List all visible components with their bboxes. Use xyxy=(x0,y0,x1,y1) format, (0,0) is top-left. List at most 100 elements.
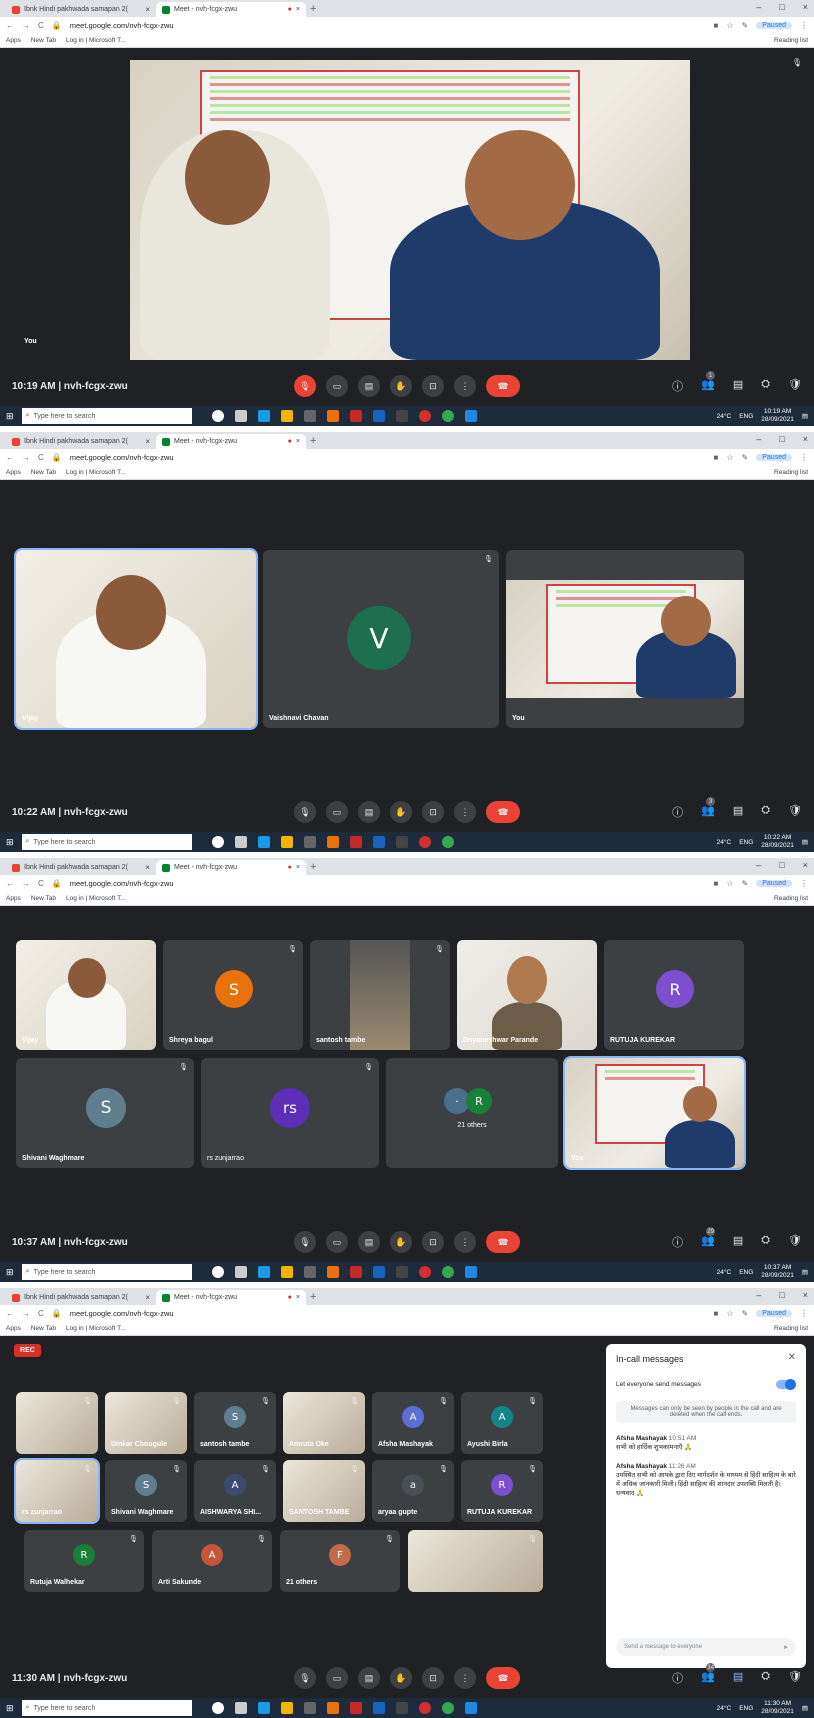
back-icon[interactable]: ← xyxy=(6,879,14,888)
close-tab-icon[interactable]: × xyxy=(296,864,300,871)
bookmark-new-tab[interactable]: New Tab xyxy=(31,37,56,44)
task-view-icon[interactable] xyxy=(234,1266,247,1278)
browser-tab-meet[interactable]: Meet - nvh-fcgx-zwu ● × xyxy=(156,2,306,17)
weather[interactable]: 24°C xyxy=(717,839,732,846)
word-icon[interactable] xyxy=(464,1702,477,1714)
extension-icon[interactable]: ✎ xyxy=(742,453,749,462)
activities-icon[interactable]: ⛭ xyxy=(761,804,770,820)
language[interactable]: ENG xyxy=(739,1269,753,1276)
extension-icon[interactable]: ✎ xyxy=(742,21,749,30)
taskbar-search[interactable]: ⌕ Type here to search xyxy=(21,1264,192,1280)
weather[interactable]: 24°C xyxy=(717,1269,732,1276)
reload-icon[interactable]: C xyxy=(38,879,44,888)
chrome-icon[interactable] xyxy=(441,1266,454,1278)
bookmark-microsoft[interactable]: Log in | Microsoft T... xyxy=(66,1325,126,1332)
leave-call-button[interactable]: ☎ xyxy=(486,1231,520,1253)
notifications-icon[interactable]: ▤ xyxy=(802,838,808,846)
back-icon[interactable]: ← xyxy=(6,21,14,30)
menu-icon[interactable]: ⋮ xyxy=(800,453,808,462)
clock[interactable]: 10:37 AM 28/09/2021 xyxy=(761,1264,794,1280)
captions-button[interactable]: ▤ xyxy=(358,1231,380,1253)
app-dark-icon[interactable] xyxy=(395,1702,408,1714)
close-tab-icon[interactable]: × xyxy=(296,438,300,445)
leave-call-button[interactable]: ☎ xyxy=(486,375,520,397)
task-view-icon[interactable] xyxy=(234,836,247,848)
opera-icon[interactable] xyxy=(418,410,431,422)
url-field[interactable]: meet.google.com/nvh-fcgx-zwu xyxy=(70,879,706,888)
camera-toggle-button[interactable]: ▭ xyxy=(326,1231,348,1253)
chrome-icon[interactable] xyxy=(441,410,454,422)
notifications-icon[interactable]: ▤ xyxy=(802,1704,808,1712)
star-icon[interactable]: ☆ xyxy=(726,1309,733,1318)
participant-tile[interactable]: 🎙 Amruta Oke xyxy=(283,1392,365,1454)
close-window-icon[interactable]: × xyxy=(803,1290,808,1300)
captions-button[interactable]: ▤ xyxy=(358,801,380,823)
participant-tile[interactable]: R 🎙 Rutuja Walhekar xyxy=(24,1530,144,1592)
store-icon[interactable] xyxy=(303,836,316,848)
opera-icon[interactable] xyxy=(418,1702,431,1714)
task-view-icon[interactable] xyxy=(234,410,247,422)
firefox-icon[interactable] xyxy=(326,1266,339,1278)
camera-toggle-button[interactable]: ▭ xyxy=(326,375,348,397)
captions-button[interactable]: ▤ xyxy=(358,1667,380,1689)
reading-list[interactable]: Reading list xyxy=(774,37,808,44)
leave-call-button[interactable]: ☎ xyxy=(486,801,520,823)
app-dark-icon[interactable] xyxy=(395,410,408,422)
maximize-icon[interactable]: □ xyxy=(779,434,784,444)
browser-tab-meet[interactable]: Meet - nvh-fcgx-zwu ● × xyxy=(156,434,306,449)
bookmark-apps[interactable]: Apps xyxy=(6,895,21,902)
opera-icon[interactable] xyxy=(418,836,431,848)
windows-start-icon[interactable]: ⊞ xyxy=(6,411,14,422)
leave-call-button[interactable]: ☎ xyxy=(486,1667,520,1689)
participant-tile[interactable]: S 🎙 santosh tambe xyxy=(194,1392,276,1454)
extension-icon[interactable]: ✎ xyxy=(742,879,749,888)
store-icon[interactable] xyxy=(303,1266,316,1278)
task-view-icon[interactable] xyxy=(234,1702,247,1714)
send-icon[interactable]: ➤ xyxy=(783,1644,788,1651)
present-button[interactable]: ⊡ xyxy=(422,1667,444,1689)
mic-toggle-button[interactable]: 🎙 xyxy=(294,375,316,397)
close-tab-icon[interactable]: × xyxy=(145,863,150,872)
people-icon[interactable]: 👥 3 xyxy=(701,797,716,820)
participant-tile[interactable]: A 🎙 Ayushi Birla xyxy=(461,1392,543,1454)
forward-icon[interactable]: → xyxy=(22,453,30,462)
host-controls-icon[interactable]: 🛡 xyxy=(788,1234,802,1250)
mail-icon[interactable] xyxy=(372,836,385,848)
maximize-icon[interactable]: □ xyxy=(779,860,784,870)
reload-icon[interactable]: C xyxy=(38,1309,44,1318)
star-icon[interactable]: ☆ xyxy=(726,453,733,462)
host-controls-icon[interactable]: 🛡 xyxy=(788,378,802,394)
host-controls-icon[interactable]: 🛡 xyxy=(788,1670,802,1686)
back-icon[interactable]: ← xyxy=(6,1309,14,1318)
reload-icon[interactable]: C xyxy=(38,453,44,462)
browser-tab-meet[interactable]: Meet - nvh-fcgx-zwu ● × xyxy=(156,860,306,875)
explorer-icon[interactable] xyxy=(280,1702,293,1714)
camera-toggle-button[interactable]: ▭ xyxy=(326,1667,348,1689)
store-icon[interactable] xyxy=(303,1702,316,1714)
close-tab-icon[interactable]: × xyxy=(145,1293,150,1302)
reading-list[interactable]: Reading list xyxy=(774,895,808,902)
word-icon[interactable] xyxy=(464,410,477,422)
participant-tile[interactable]: 🎙 S Shreya bagul xyxy=(163,940,303,1050)
people-icon[interactable]: 👥 29 xyxy=(701,1227,716,1250)
menu-icon[interactable]: ⋮ xyxy=(800,879,808,888)
weather[interactable]: 24°C xyxy=(717,413,732,420)
participant-tile[interactable]: R RUTUJA KUREKAR xyxy=(604,940,744,1050)
minimize-icon[interactable]: – xyxy=(756,434,761,444)
close-tab-icon[interactable]: × xyxy=(296,1294,300,1301)
raise-hand-button[interactable]: ✋ xyxy=(390,1231,412,1253)
menu-icon[interactable]: ⋮ xyxy=(800,1309,808,1318)
browser-tab-meet[interactable]: Meet - nvh-fcgx-zwu ● × xyxy=(156,1290,306,1305)
extension-icon[interactable]: ✎ xyxy=(742,1309,749,1318)
minimize-icon[interactable]: – xyxy=(756,1290,761,1300)
firefox-icon[interactable] xyxy=(326,1702,339,1714)
bookmark-microsoft[interactable]: Log in | Microsoft T... xyxy=(66,37,126,44)
raise-hand-button[interactable]: ✋ xyxy=(390,375,412,397)
participant-tile[interactable]: Vijay xyxy=(16,940,156,1050)
url-field[interactable]: meet.google.com/nvh-fcgx-zwu xyxy=(70,1309,706,1318)
participant-tile[interactable]: a 🎙 aryaa gupte xyxy=(372,1460,454,1522)
host-controls-icon[interactable]: 🛡 xyxy=(788,804,802,820)
reading-list[interactable]: Reading list xyxy=(774,1325,808,1332)
participant-tile[interactable]: 🎙 santosh tambe xyxy=(310,940,450,1050)
windows-start-icon[interactable]: ⊞ xyxy=(6,837,14,848)
